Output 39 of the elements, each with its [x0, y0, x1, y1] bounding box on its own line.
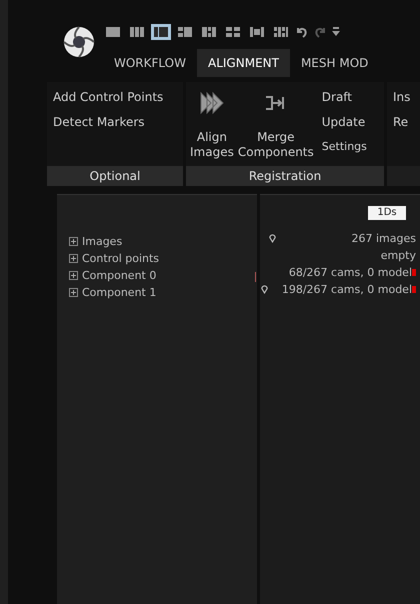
layout-icon[interactable] [271, 24, 291, 40]
layout-icon[interactable] [127, 24, 147, 40]
layout-icon[interactable] [247, 24, 267, 40]
ribbon-button[interactable]: Re [391, 109, 410, 134]
tree-item[interactable]: Control points [82, 252, 160, 265]
column-header: 1Ds [368, 206, 406, 220]
ribbon-button[interactable]: Update [320, 109, 368, 134]
ribbon-button[interactable]: Add Control Points [51, 84, 166, 109]
layout-icon[interactable] [223, 24, 243, 40]
chevrons-icon [198, 90, 225, 116]
details-value: 68/267 cams, 0 model [288, 266, 412, 279]
details-value: 198/267 cams, 0 model [282, 283, 412, 296]
ribbon-button[interactable]: Draft [320, 84, 354, 109]
ribbon-button[interactable]: Detect Markers [51, 109, 147, 134]
merge-components-button[interactable]: Merge Components [238, 84, 314, 160]
layout-icon[interactable] [175, 24, 195, 40]
dropdown-icon[interactable] [331, 26, 341, 38]
group-label: Registration [186, 166, 384, 186]
layout-icon[interactable] [151, 24, 171, 40]
ribbon-tab[interactable]: WORKFLOW [103, 49, 197, 77]
tree-item[interactable]: Images [82, 235, 122, 248]
tree-item[interactable]: Component 1 [82, 286, 156, 299]
layout-icon[interactable] [103, 24, 123, 40]
expand-icon[interactable] [69, 271, 78, 280]
align-images-button[interactable]: Align Images [190, 84, 234, 160]
undo-icon[interactable] [295, 25, 309, 39]
tree-item[interactable]: Component 0 [82, 269, 156, 282]
ribbon-button[interactable]: Ins [391, 84, 412, 109]
expand-icon[interactable] [69, 254, 78, 263]
expand-icon[interactable] [69, 288, 78, 297]
ribbon-tab[interactable]: MESH MOD [290, 49, 380, 77]
group-label: Optional [47, 166, 183, 186]
expand-icon[interactable] [69, 237, 78, 246]
aperture-logo-icon [63, 26, 95, 58]
ribbon-button[interactable]: Settings [320, 134, 369, 159]
details-value: 267 images [352, 232, 416, 245]
layout-icon[interactable] [199, 24, 219, 40]
details-value: empty [380, 249, 416, 262]
ribbon-tab[interactable]: ALIGNMENT [197, 49, 290, 77]
